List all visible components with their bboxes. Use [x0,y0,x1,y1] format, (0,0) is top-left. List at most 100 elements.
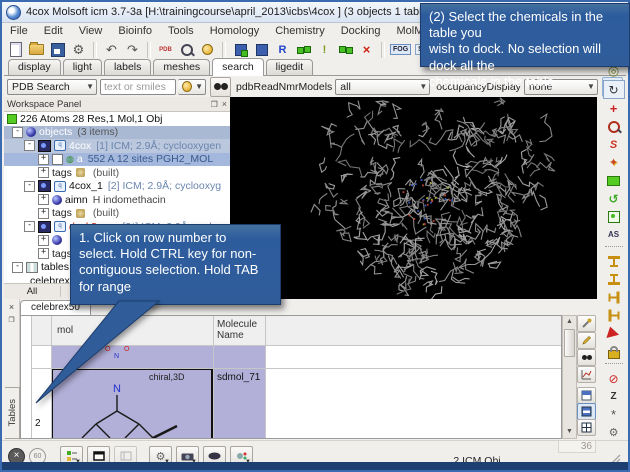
expander-icon[interactable]: + [38,208,49,219]
clear-selection-button[interactable]: × [357,41,376,59]
menu-tools[interactable]: Tools [160,24,202,38]
torsion-tool-button[interactable]: ✦ [604,154,624,171]
tab-ligedit[interactable]: ligedit [266,59,313,75]
tab-display[interactable]: display [8,59,61,75]
depth-fan-button[interactable] [604,325,624,342]
lock-view-button[interactable] [604,343,624,360]
z-rotate-tool-button[interactable]: S [604,136,624,153]
tab-meshes[interactable]: meshes [153,59,210,75]
column-header-molecule-name[interactable]: Molecule Name [217,319,265,341]
table-layout-grid-button[interactable] [577,403,596,420]
scroll-down-icon[interactable]: ▼ [563,426,576,437]
scrollbar-thumb[interactable] [564,329,575,357]
select-object-button[interactable] [231,41,250,59]
table-scrollbar[interactable]: ▲ ▼ [562,315,577,439]
tree-item-objects[interactable]: - objects (3 items) [4,126,230,140]
tab-light[interactable]: light [63,59,102,75]
undo-button[interactable]: ↶ [102,41,121,59]
expander-icon[interactable]: - [12,127,23,138]
run-search-button[interactable] [210,77,231,97]
spray-button[interactable]: ⚙ [604,424,624,441]
menu-chemistry[interactable]: Chemistry [267,24,333,38]
expander-icon[interactable]: + [38,235,49,246]
tree-item-4cox-1[interactable]: - q 4cox_1 [2] ICM; 2.9Å; cyclooxyg [4,180,230,194]
mouse-icon [208,452,221,460]
tables-side-tab[interactable]: Tables [5,387,20,439]
table-row1-name-cell[interactable] [213,345,265,368]
expander-icon[interactable]: - [24,140,35,151]
clip-front-button[interactable] [604,253,624,270]
nmr-models-label: pdbReadNmrModels [236,81,332,93]
menu-bioinfo[interactable]: Bioinfo [110,24,160,38]
graphics-3d-view[interactable] [230,97,597,299]
menu-docking[interactable]: Docking [333,24,389,38]
menu-view[interactable]: View [71,24,111,38]
neighbors-button[interactable] [294,41,313,59]
redo-button[interactable]: ↷ [123,41,142,59]
close-panel-icon[interactable]: × [222,99,227,109]
alt-select-button[interactable]: ! [315,41,334,59]
search-input[interactable] [100,79,176,95]
lasso-select-button[interactable]: ↺ [604,190,624,207]
settings-button[interactable]: ⚙ [69,41,88,59]
z-order-button[interactable]: Z [604,388,624,405]
table-chart-button[interactable] [577,366,596,383]
star-edit-button[interactable]: * [604,406,624,423]
comet-button[interactable] [198,41,217,59]
table-tools-button[interactable] [577,315,596,332]
search-history-select[interactable]: ▼ [178,79,206,95]
tree-item-aimn[interactable]: + aimn H indomethacin [4,193,230,207]
menu-homology[interactable]: Homology [202,24,268,38]
search-mode-select[interactable]: PDB Search ▼ [7,79,97,95]
save-button[interactable] [48,41,67,59]
nmr-models-select[interactable]: all ▼ [335,79,430,95]
clip-back-button[interactable] [604,271,624,288]
scroll-up-icon[interactable]: ▲ [563,316,576,327]
tree-item-tags-1[interactable]: + tags (built) [4,166,230,180]
no-spin-button[interactable]: ⊘ [604,370,624,387]
atom-select-mode-button[interactable]: AS [604,226,624,243]
spherical-select-button[interactable] [336,41,355,59]
new-file-button[interactable] [6,41,25,59]
workspace-summary-row[interactable]: 226 Atoms 28 Res,1 Mol,1 Obj [4,112,230,126]
expander-icon[interactable]: - [24,221,35,232]
float-table-panel-icon[interactable]: ❐ [6,314,17,325]
open-file-button[interactable] [27,41,46,59]
table-edit-button[interactable] [577,332,596,349]
tree-item-tags-2[interactable]: + tags (built) [4,207,230,221]
fog-toggle-button[interactable]: FOG [390,44,411,55]
residue-select-button[interactable]: R [273,41,292,59]
menu-edit[interactable]: Edit [36,24,71,38]
expander-icon[interactable]: + [38,154,49,165]
filter-all-button[interactable]: All [4,286,61,297]
float-panel-icon[interactable]: ❐ [211,100,218,109]
zoom-tool-button[interactable] [604,118,624,135]
annotation-icon: q [54,140,66,151]
tab-labels[interactable]: labels [104,59,151,75]
expander-icon[interactable]: + [38,248,49,259]
clip-range-button[interactable] [604,307,624,324]
table-layout-form-button[interactable] [577,387,596,404]
pdb-fetch-button[interactable]: PDB [156,41,175,59]
tree-item-4cox[interactable]: - q 4cox [1] ICM; 2.9Å; cyclooxygen [4,139,230,153]
table-search-button[interactable] [577,349,596,366]
table-split-view-button[interactable] [577,419,596,436]
translate-tool-button[interactable]: + [604,100,624,117]
clip-slab-button[interactable] [604,289,624,306]
pdb-search-button[interactable] [177,41,196,59]
select-all-button[interactable] [252,41,271,59]
close-table-panel-icon[interactable]: × [6,301,17,312]
tab-search[interactable]: search [212,58,264,76]
display-checkbox[interactable] [52,154,63,165]
row-number[interactable]: 2 [35,418,41,429]
menu-file[interactable]: File [2,24,36,38]
expander-icon[interactable]: + [38,167,49,178]
expander-icon[interactable]: + [38,194,49,205]
annotation-line: wish to dock. No selection will dock all… [429,41,621,73]
sphere-select-button[interactable] [604,208,624,225]
expander-icon[interactable]: - [24,181,35,192]
tree-item-chain-a[interactable]: + ◍ a 552 A 12 sites PGH2_MOL [4,153,230,167]
expander-icon[interactable]: - [12,262,23,273]
annotation-line: select. Hold CTRL key for non- [79,246,272,262]
rect-select-button[interactable] [604,172,624,189]
